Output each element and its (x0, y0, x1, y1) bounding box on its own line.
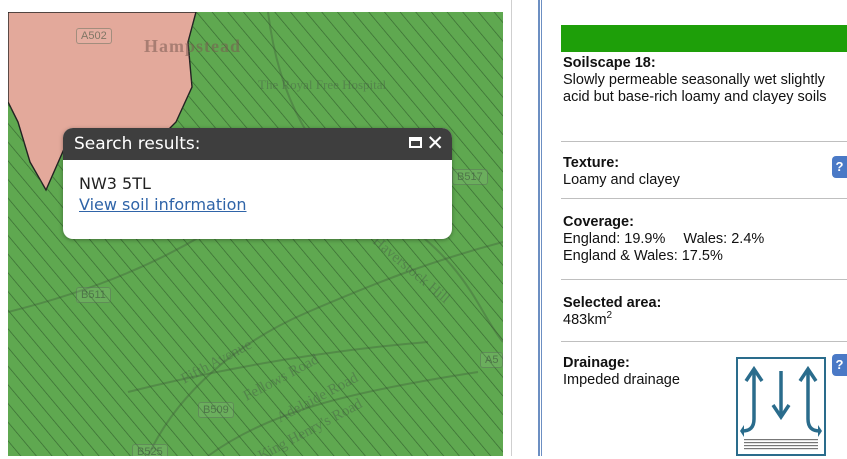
road-shield-a502: A502 (76, 28, 112, 44)
road-shield-b511: B511 (76, 287, 111, 303)
texture-value: Loamy and clayey (563, 172, 680, 188)
popup-title: Search results: (74, 134, 201, 154)
coverage-line1: England: 19.9% Wales: 2.4% (563, 231, 847, 248)
selected-area-value-row: 483km2 (563, 310, 847, 329)
road-shield-a5: A5 (480, 352, 503, 368)
soilscape-section: Soilscape 18: Slowly permeable seasonall… (563, 55, 847, 106)
panel-border (538, 0, 542, 456)
road-shield-b509: B509 (198, 402, 234, 418)
selected-area-value: 483km (563, 312, 607, 328)
section-divider (561, 141, 847, 142)
texture-section: Texture: Loamy and clayey (563, 155, 847, 189)
close-icon[interactable]: ✕ (426, 131, 444, 155)
section-divider (561, 198, 847, 199)
section-divider (561, 341, 847, 342)
coverage-wales: Wales: 2.4% (683, 231, 765, 247)
soilscape-description: Slowly permeable seasonally wet slightly… (563, 72, 827, 105)
impeded-drainage-icon (736, 357, 826, 456)
coverage-section: Coverage: England: 19.9% Wales: 2.4% Eng… (563, 214, 847, 265)
road-shield-b517: B517 (452, 169, 488, 185)
search-results-popup: Search results: ✕ NW3 5TL View soil info… (63, 128, 452, 239)
texture-heading: Texture: (563, 155, 620, 171)
hospital-label: The Royal Free Hospital (258, 77, 387, 92)
coverage-heading: Coverage: (563, 214, 634, 230)
coverage-england: England: 19.9% (563, 231, 666, 247)
place-label-hampstead: Hampstead (144, 36, 242, 56)
area-unit-superscript: 2 (606, 310, 613, 322)
postcode-text: NW3 5TL (79, 174, 151, 193)
coverage-line2: England & Wales: 17.5% (563, 248, 723, 264)
selected-area-section: Selected area: 483km2 (563, 295, 847, 329)
pane-divider[interactable] (511, 0, 512, 456)
maximize-icon[interactable] (409, 137, 422, 148)
popup-header: Search results: ✕ (63, 128, 452, 160)
road-shield-b525: B525 (132, 444, 168, 456)
soilscape-color-bar (561, 25, 847, 52)
section-divider (561, 279, 847, 280)
view-soil-information-link[interactable]: View soil information (79, 195, 247, 214)
popup-body: NW3 5TL View soil information (63, 160, 452, 228)
texture-help-icon[interactable]: ? (832, 156, 847, 178)
drainage-help-icon[interactable]: ? (832, 354, 847, 376)
soilscape-heading: Soilscape 18: (563, 55, 656, 71)
soil-info-panel: Soilscape 18: Slowly permeable seasonall… (561, 0, 847, 456)
